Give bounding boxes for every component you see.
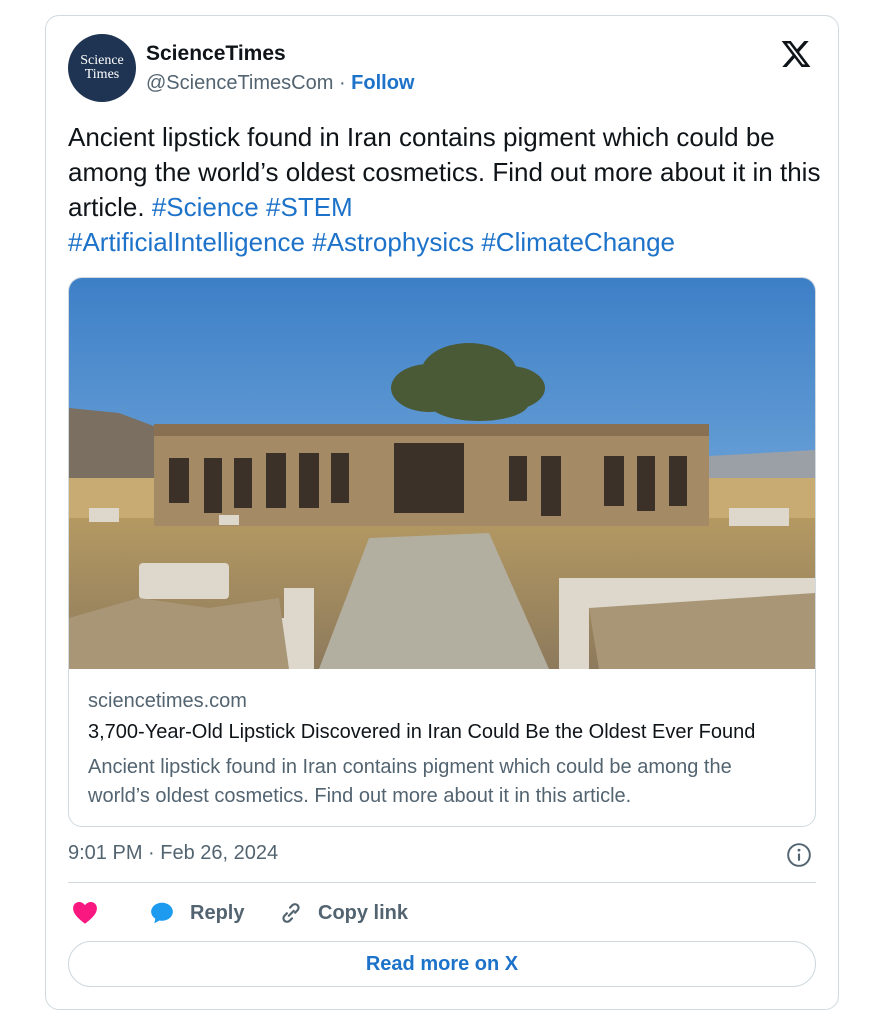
avatar-text-line1: Science — [80, 53, 124, 68]
info-icon[interactable] — [786, 842, 812, 868]
article-image[interactable] — [69, 278, 815, 669]
reply-button[interactable]: Reply — [148, 900, 244, 926]
link-preview-card[interactable]: sciencetimes.com 3,700-Year-Old Lipstick… — [68, 277, 816, 827]
read-more-button[interactable]: Read more on X — [68, 941, 816, 987]
tweet-text: Ancient lipstick found in Iran contains … — [68, 120, 828, 260]
like-button[interactable] — [72, 900, 98, 924]
copy-link-label: Copy link — [318, 901, 409, 924]
x-logo-icon[interactable] — [780, 38, 812, 70]
divider — [68, 882, 816, 883]
hashtag-artificial-intelligence[interactable]: #ArtificialIntelligence — [68, 227, 305, 257]
hashtag-stem[interactable]: #STEM — [266, 192, 353, 222]
link-icon — [282, 903, 300, 923]
avatar-text-line2: Times — [84, 67, 120, 82]
tweet-card: Science Times ScienceTimes @ScienceTimes… — [45, 15, 839, 1010]
hashtag-science[interactable]: #Science — [152, 192, 259, 222]
link-domain: sciencetimes.com — [88, 690, 247, 712]
link-title[interactable]: 3,700-Year-Old Lipstick Discovered in Ir… — [88, 721, 798, 744]
reply-label: Reply — [190, 901, 245, 924]
handle[interactable]: @ScienceTimesCom — [146, 72, 333, 94]
hashtag-astrophysics[interactable]: #Astrophysics — [312, 227, 474, 257]
copy-link-button[interactable]: Copy link — [278, 900, 408, 926]
separator: · — [333, 72, 352, 94]
heart-icon — [73, 902, 97, 924]
hashtag-climate-change[interactable]: #ClimateChange — [481, 227, 675, 257]
avatar[interactable]: Science Times — [68, 34, 136, 102]
follow-button[interactable]: Follow — [351, 72, 414, 94]
timestamp[interactable]: 9:01 PM · Feb 26, 2024 — [68, 842, 278, 865]
reply-bubble-icon — [151, 902, 173, 924]
link-description: Ancient lipstick found in Iran contains … — [88, 756, 732, 807]
display-name[interactable]: ScienceTimes — [146, 42, 286, 66]
handle-row: @ScienceTimesCom · Follow — [146, 72, 415, 95]
